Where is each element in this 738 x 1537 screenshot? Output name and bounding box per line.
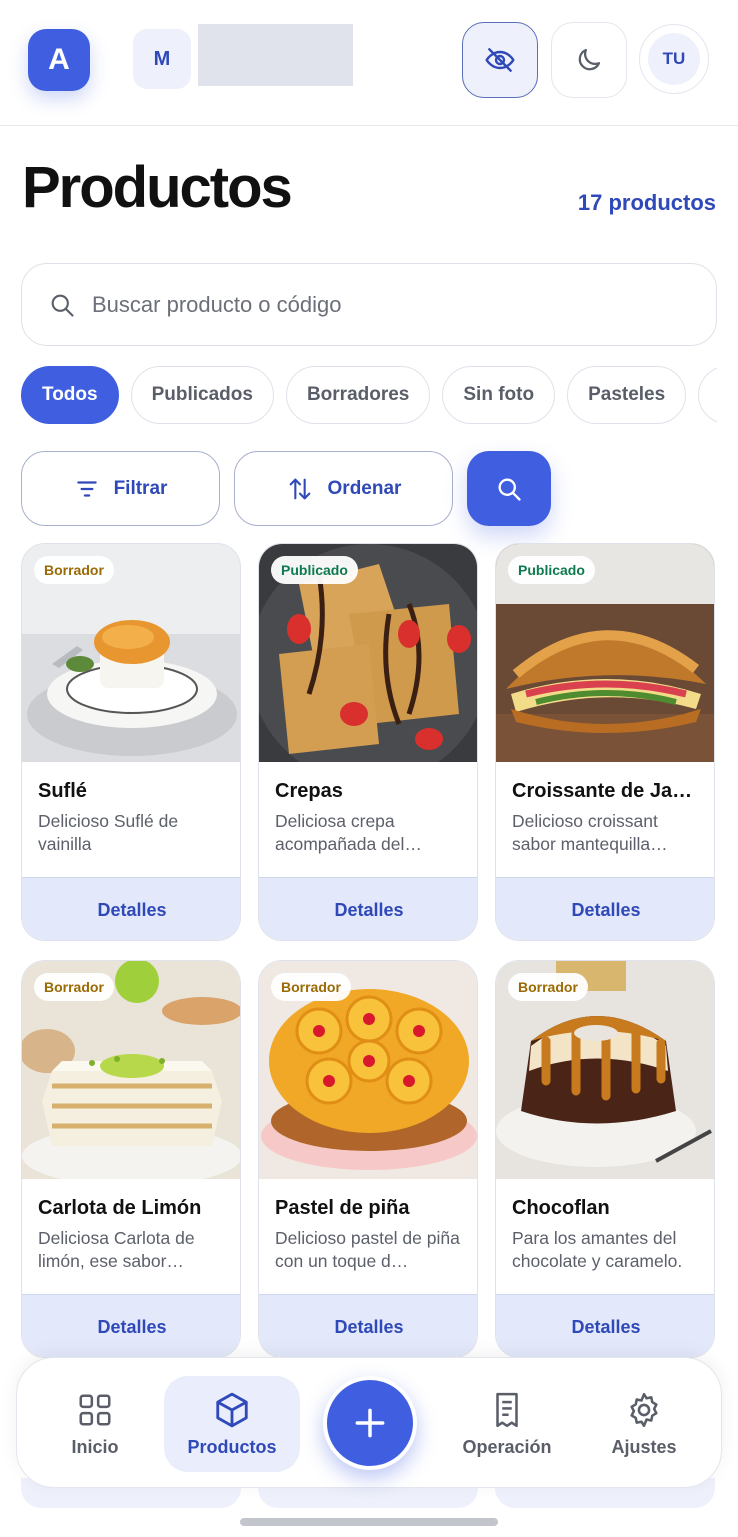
product-card[interactable]: Borrador Carlota de Limón Deliciosa Carl… [21,960,241,1358]
search-submit-button[interactable] [467,451,551,526]
filter-label: Filtrar [113,477,168,499]
status-badge: Borrador [508,973,588,1001]
sort-button[interactable]: Ordenar [234,451,453,526]
moon-icon [578,48,601,71]
box-icon [216,1392,248,1427]
add-product-button[interactable] [323,1376,417,1470]
product-description: Para los amantes del chocolate y caramel… [512,1228,683,1271]
status-badge: Publicado [271,556,358,584]
chip-borradores[interactable]: Borradores [285,366,431,424]
nav-item-productos[interactable]: Productos [164,1376,300,1472]
product-description: Delicioso croissant sabor mantequilla… [512,811,668,854]
grid-icon [79,1393,111,1426]
product-name: Pastel de piña [275,1197,410,1219]
details-button[interactable]: Detalles [22,1294,240,1357]
nav-label: Ajustes [611,1436,677,1457]
details-button[interactable]: Detalles [496,877,714,940]
product-card[interactable]: Borrador Chocoflan Para los amantes del … [495,960,715,1358]
chip-todos[interactable]: Todos [21,366,119,424]
sort-icon [289,478,310,499]
chip-more[interactable]: Ga [698,366,717,424]
nav-item-ajustes[interactable]: Ajustes [576,1376,712,1472]
status-badge: Borrador [271,973,351,1001]
store-name-redacted [198,24,353,86]
chip-pasteles[interactable]: Pasteles [567,366,687,424]
filter-icon [76,480,97,497]
product-description: Delicioso Suflé de vainilla [38,811,179,854]
user-avatar-button[interactable]: TU [639,24,709,94]
gear-icon [630,1392,658,1427]
toggle-visibility-button[interactable] [462,22,538,98]
nav-item-inicio[interactable]: Inicio [27,1376,163,1472]
details-button[interactable]: Detalles [496,1294,714,1357]
avatar: TU [648,33,700,85]
filter-button[interactable]: Filtrar [21,451,220,526]
nav-label: Inicio [71,1436,119,1457]
product-name: Chocoflan [512,1197,610,1219]
product-card[interactable]: Borrador Suflé Delicioso Suflé de vainil… [21,543,241,941]
search-input[interactable] [92,291,652,318]
top-app-bar: A M TU [0,0,738,126]
nav-label: Operación [462,1436,552,1457]
status-badge: Borrador [34,556,114,584]
product-description: Deliciosa crepa acompañada del… [275,811,422,854]
filter-chips: Todos Publicados Borradores Sin foto Pastele… [21,366,717,426]
page-title: Productos [22,155,293,220]
product-description: Delicioso pastel de piña con un toque d… [275,1228,460,1271]
theme-toggle-button[interactable] [551,22,627,98]
search-icon [51,294,74,317]
chip-sin-foto[interactable]: Sin foto [442,366,556,424]
product-card[interactable]: Publicado Croissante de Jam… Delicioso c… [495,543,715,941]
product-count: 17 productos [577,190,716,215]
nav-label: Productos [187,1436,277,1457]
search-icon [498,478,521,501]
product-name: Croissante de Jam… [512,780,704,802]
app-logo[interactable]: A [28,29,90,91]
sort-label: Ordenar [327,477,402,499]
plus-icon [355,1408,385,1438]
nav-item-operacion[interactable]: Operación [439,1376,575,1472]
status-badge: Publicado [508,556,595,584]
product-name: Carlota de Limón [38,1197,202,1219]
product-card[interactable]: Publicado Crepas Deliciosa crepa acompañ… [258,543,478,941]
status-badge: Borrador [34,973,114,1001]
details-button[interactable]: Detalles [259,1294,477,1357]
product-name: Crepas [275,780,343,802]
product-name: Suflé [38,780,87,802]
details-button[interactable]: Detalles [22,877,240,940]
chip-publicados[interactable]: Publicados [130,366,274,424]
product-description: Deliciosa Carlota de limón, ese sabor… [38,1228,195,1271]
eye-off-icon [485,48,515,72]
store-badge[interactable]: M [133,29,191,89]
home-indicator [240,1518,498,1526]
bottom-navigation: Inicio Productos Operación Ajustes [16,1357,722,1488]
details-button[interactable]: Detalles [259,877,477,940]
receipt-icon [496,1392,518,1427]
search-bar[interactable] [21,263,717,346]
product-card[interactable]: Borrador Pastel de piña Delicioso pastel… [258,960,478,1358]
